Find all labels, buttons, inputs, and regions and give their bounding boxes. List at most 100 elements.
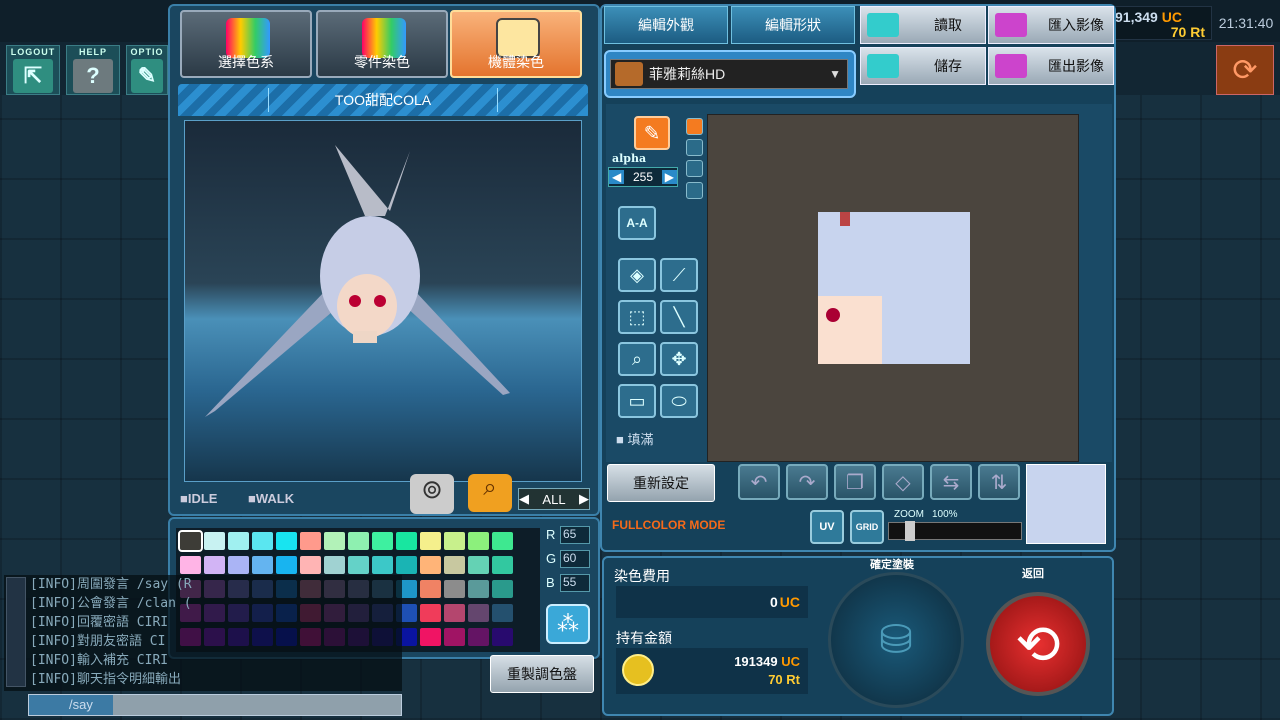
fill-checkbox[interactable]: ■ 填滿 [616, 429, 653, 448]
brush-size-2[interactable] [686, 139, 703, 156]
save-button[interactable]: 儲存 [860, 47, 986, 85]
move-tool[interactable]: ✥ [660, 342, 698, 376]
ellipse-tool[interactable]: ⬭ [660, 384, 698, 418]
logout-button[interactable]: LOGOUT ⇱ [6, 45, 60, 95]
box-search-button[interactable]: ⌕ [468, 474, 512, 512]
palette-swatch[interactable] [324, 532, 345, 550]
reset-button[interactable]: 重新設定 [607, 464, 715, 502]
palette-swatch[interactable] [492, 580, 513, 598]
palette-swatch[interactable] [420, 580, 441, 598]
confirm-paint-button[interactable]: ⛁ [828, 572, 964, 708]
palette-swatch[interactable] [324, 556, 345, 574]
brush-size-3[interactable] [686, 160, 703, 177]
copy-button[interactable]: ❐ [834, 464, 876, 500]
tab-select-color[interactable]: 選擇色系 [180, 10, 312, 78]
alpha-increase-icon[interactable]: ▶ [661, 170, 677, 184]
top-back-button[interactable]: ⟳ [1216, 45, 1274, 95]
palette-swatch[interactable] [420, 604, 441, 622]
palette-swatch[interactable] [492, 532, 513, 550]
palette-swatch[interactable] [228, 556, 249, 574]
palette-swatch[interactable] [468, 580, 489, 598]
palette-swatch[interactable] [252, 532, 273, 550]
zoom-tool[interactable]: ⌕ [618, 342, 656, 376]
palette-swatch[interactable] [444, 628, 465, 646]
grid-toggle[interactable]: GRID [850, 510, 884, 544]
palette-swatch[interactable] [492, 604, 513, 622]
chat-input[interactable]: /say [28, 694, 402, 716]
palette-swatch[interactable] [396, 532, 417, 550]
r-value[interactable]: 65 [560, 526, 590, 544]
color-mix-button[interactable]: ⁂ [546, 604, 590, 644]
undo-button[interactable]: ↶ [738, 464, 780, 500]
reset-palette-button[interactable]: 重製調色盤 [490, 655, 594, 693]
palette-swatch[interactable] [468, 532, 489, 550]
palette-swatch[interactable] [178, 530, 203, 552]
palette-swatch[interactable] [372, 532, 393, 550]
eyedropper-tool[interactable]: ⟋ [660, 258, 698, 292]
tab-edit-shape[interactable]: 編輯形狀 [731, 6, 855, 44]
palette-swatch[interactable] [492, 556, 513, 574]
palette-swatch[interactable] [348, 556, 369, 574]
zoom-slider-handle[interactable] [905, 521, 915, 541]
palette-swatch[interactable] [420, 628, 441, 646]
line-tool[interactable]: ╲ [660, 300, 698, 334]
tab-edit-appearance[interactable]: 編輯外觀 [604, 6, 728, 44]
rectangle-tool[interactable]: ▭ [618, 384, 656, 418]
load-button[interactable]: 讀取 [860, 6, 986, 44]
chat-scrollbar[interactable] [6, 577, 26, 687]
palette-swatch[interactable] [492, 628, 513, 646]
b-value[interactable]: 55 [560, 574, 590, 592]
filter-selector[interactable]: ◀ ALL ▶ [518, 488, 590, 510]
palette-swatch[interactable] [420, 556, 441, 574]
palette-swatch[interactable] [300, 532, 321, 550]
brush-size-1[interactable] [686, 118, 703, 135]
palette-swatch[interactable] [396, 556, 417, 574]
rotate-button[interactable]: ◇ [882, 464, 924, 500]
palette-swatch[interactable] [468, 604, 489, 622]
arrow-right-icon[interactable]: ▶ [579, 491, 589, 507]
palette-swatch[interactable] [204, 532, 225, 550]
fill-bucket-tool[interactable]: ◈ [618, 258, 656, 292]
option-button[interactable]: OPTIO ✎ [126, 45, 168, 95]
palette-swatch[interactable] [300, 556, 321, 574]
palette-swatch[interactable] [276, 556, 297, 574]
tab-body-dye[interactable]: 機體染色 [450, 10, 582, 78]
export-image-button[interactable]: 匯出影像 [988, 47, 1114, 85]
help-button[interactable]: HELP ? [66, 45, 120, 95]
arrow-left-icon[interactable]: ◀ [519, 491, 529, 507]
palette-swatch[interactable] [372, 556, 393, 574]
alpha-decrease-icon[interactable]: ◀ [609, 170, 625, 184]
uv-toggle[interactable]: UV [810, 510, 844, 544]
import-image-button[interactable]: 匯入影像 [988, 6, 1114, 44]
tab-part-dye[interactable]: 零件染色 [316, 10, 448, 78]
back-button[interactable]: ⟲ [986, 592, 1090, 696]
palette-swatch[interactable] [228, 532, 249, 550]
palette-swatch[interactable] [276, 532, 297, 550]
select-rect-tool[interactable]: ⬚ [618, 300, 656, 334]
palette-swatch[interactable] [468, 556, 489, 574]
camera-zoom-button[interactable]: ⊚ [410, 474, 454, 514]
texture-canvas[interactable] [707, 114, 1079, 462]
palette-swatch[interactable] [204, 556, 225, 574]
palette-swatch[interactable] [444, 556, 465, 574]
part-selector[interactable]: 菲雅莉絲HD ▼ [610, 59, 848, 89]
palette-swatch[interactable] [252, 556, 273, 574]
palette-swatch[interactable] [348, 532, 369, 550]
palette-swatch[interactable] [444, 580, 465, 598]
flip-horizontal-button[interactable]: ⇆ [930, 464, 972, 500]
palette-swatch[interactable] [180, 556, 201, 574]
zoom-slider[interactable] [888, 521, 1022, 541]
pencil-tool[interactable]: ✎ [634, 116, 670, 150]
palette-swatch[interactable] [420, 532, 441, 550]
alpha-stepper[interactable]: ◀ 255 ▶ [608, 167, 678, 187]
g-value[interactable]: 60 [560, 550, 590, 568]
palette-swatch[interactable] [444, 604, 465, 622]
idle-toggle[interactable]: ■IDLE [180, 491, 217, 506]
walk-toggle[interactable]: ■WALK [248, 491, 294, 506]
antialias-button[interactable]: A-A [618, 206, 656, 240]
flip-vertical-button[interactable]: ⇅ [978, 464, 1020, 500]
brush-size-4[interactable] [686, 182, 703, 199]
palette-swatch[interactable] [444, 532, 465, 550]
redo-button[interactable]: ↷ [786, 464, 828, 500]
model-preview[interactable] [184, 120, 582, 482]
